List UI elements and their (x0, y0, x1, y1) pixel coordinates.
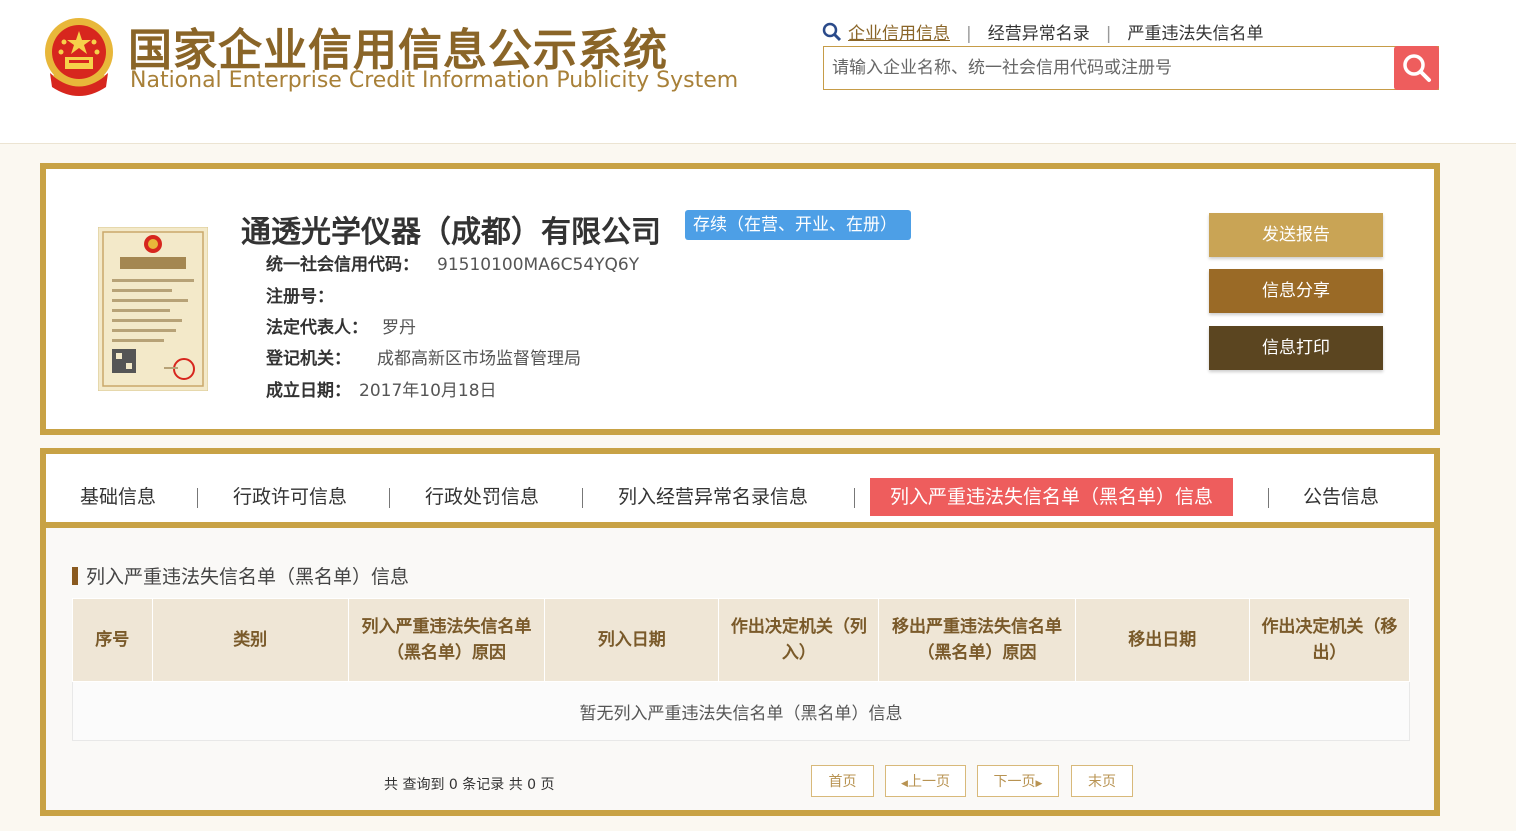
section-title-marker (72, 567, 78, 585)
search-input[interactable] (824, 47, 1396, 89)
national-emblem-icon (40, 15, 118, 97)
column-header: 列入日期 (544, 598, 720, 682)
column-header: 作出决定机关（列入） (718, 598, 880, 682)
table-row: 暂无列入严重违法失信名单（黑名单）信息 (72, 681, 1410, 741)
pager-next-button[interactable]: 下一页▶ (977, 765, 1059, 797)
pager-prev-label: 上一页 (907, 774, 950, 790)
info-label: 登记机关： (266, 349, 351, 369)
info-legal-representative: 法定代表人： 罗丹 (266, 316, 416, 340)
section-title: 列入严重违法失信名单（黑名单）信息 (72, 562, 409, 589)
column-header: 序号 (72, 598, 153, 682)
top-nav: 企业信用信息 | 经营异常名录 | 严重违法失信名单 (822, 19, 1263, 45)
info-registration-authority: 登记机关： 成都高新区市场监督管理局 (266, 347, 581, 371)
send-report-button[interactable]: 发送报告 (1209, 213, 1383, 257)
info-value: 罗丹 (382, 318, 416, 338)
nav-serious-violation-list[interactable]: 严重违法失信名单 (1127, 19, 1263, 44)
column-header: 列入严重违法失信名单（黑名单）原因 (347, 598, 546, 682)
share-info-button[interactable]: 信息分享 (1209, 269, 1383, 313)
empty-message: 暂无列入严重违法失信名单（黑名单）信息 (72, 681, 1410, 741)
nav-separator: | (966, 24, 972, 44)
search-button[interactable] (1394, 46, 1439, 90)
tab-abnormal-operation[interactable]: 列入经营异常名录信息 (618, 478, 808, 516)
info-label: 成立日期： (266, 381, 351, 401)
company-status-badge: 存续（在营、开业、在册） (685, 210, 911, 240)
column-header: 作出决定机关（移出） (1248, 598, 1411, 682)
tab-administrative-penalty[interactable]: 行政处罚信息 (425, 478, 539, 516)
search-icon (822, 22, 848, 47)
tab-separator (389, 488, 390, 508)
print-info-button[interactable]: 信息打印 (1209, 326, 1383, 370)
search-box (823, 46, 1439, 90)
section-title-text: 列入严重违法失信名单（黑名单）信息 (86, 566, 410, 588)
info-value: 2017年10月18日 (359, 381, 497, 401)
tab-announcement[interactable]: 公告信息 (1303, 478, 1379, 516)
magnifier-icon (1403, 54, 1431, 82)
info-value: 91510100MA6C54YQ6Y (437, 255, 640, 275)
pager-prev-button[interactable]: ◀上一页 (885, 765, 966, 797)
column-header: 移出日期 (1074, 598, 1250, 682)
tab-administrative-license[interactable]: 行政许可信息 (233, 478, 347, 516)
tab-separator (854, 488, 855, 508)
site-header: 国家企业信用信息公示系统 National Enterprise Credit … (0, 0, 1516, 144)
info-label: 法定代表人： (266, 318, 368, 338)
nav-enterprise-credit-info[interactable]: 企业信用信息 (848, 19, 950, 44)
nav-separator: | (1105, 24, 1112, 44)
nav-abnormal-operation-list[interactable]: 经营异常名录 (988, 19, 1090, 44)
pager-summary: 共 查询到 0 条记录 共 0 页 (384, 777, 555, 793)
info-label: 统一社会信用代码： (266, 255, 419, 275)
tab-separator (1268, 488, 1269, 508)
tab-blacklist[interactable]: 列入严重违法失信名单（黑名单）信息 (870, 478, 1234, 516)
blacklist-table: 序号 类别 列入严重违法失信名单（黑名单）原因 列入日期 作出决定机关（列入） … (72, 598, 1411, 741)
business-license-thumbnail[interactable] (97, 226, 209, 392)
info-establish-date: 成立日期： 2017年10月18日 (266, 379, 497, 403)
tab-separator (197, 488, 198, 508)
column-header: 移出严重违法失信名单（黑名单）原因 (878, 598, 1076, 682)
site-title-english: National Enterprise Credit Information P… (130, 68, 739, 93)
company-name: 通透光学仪器（成都）有限公司 (241, 215, 661, 250)
pager-last-button[interactable]: 末页 (1071, 765, 1133, 797)
column-header: 类别 (151, 598, 349, 682)
tab-separator (582, 488, 583, 508)
chevron-left-icon: ◀ (901, 779, 908, 789)
info-tabs: 基础信息 行政许可信息 行政处罚信息 列入经营异常名录信息 列入严重违法失信名单… (40, 448, 1440, 530)
info-label: 注册号： (266, 287, 334, 307)
pager-next-label: 下一页 (993, 774, 1036, 790)
tab-basic-info[interactable]: 基础信息 (80, 478, 156, 516)
pager-first-button[interactable]: 首页 (811, 765, 874, 797)
info-credit-code: 统一社会信用代码： 91510100MA6C54YQ6Y (266, 253, 639, 277)
chevron-right-icon: ▶ (1035, 779, 1043, 789)
info-registration-number: 注册号： (266, 285, 334, 309)
info-value: 成都高新区市场监督管理局 (377, 349, 581, 369)
company-summary-panel: 通透光学仪器（成都）有限公司 存续（在营、开业、在册） 统一社会信用代码： 915… (40, 163, 1440, 435)
blacklist-content-panel: 列入严重违法失信名单（黑名单）信息 序号 类别 列入严重违法失信名单（黑名单）原… (40, 522, 1440, 816)
